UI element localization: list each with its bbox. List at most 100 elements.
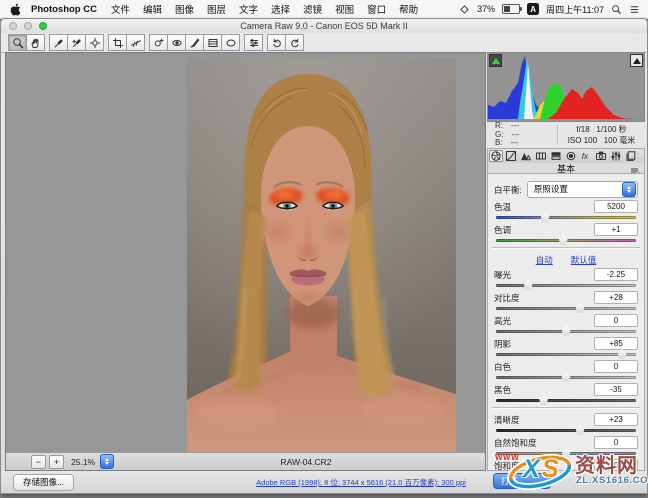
slider-knob[interactable] xyxy=(539,395,548,405)
white-balance-select[interactable]: 原照设置 xyxy=(527,181,638,198)
white-balance-value: 原照设置 xyxy=(534,184,568,194)
slider-label: 高光 xyxy=(494,315,511,327)
slider-track[interactable] xyxy=(496,307,636,310)
menubar-item[interactable]: 文字 xyxy=(239,2,258,16)
slider-track[interactable] xyxy=(496,216,636,219)
crop-tool[interactable] xyxy=(108,34,127,51)
slider-knob[interactable] xyxy=(562,326,571,336)
slider-knob[interactable] xyxy=(541,212,550,222)
slider-8: 清晰度+23 xyxy=(494,413,638,432)
rotate-left-tool[interactable] xyxy=(267,34,286,51)
tab-basic[interactable] xyxy=(489,150,503,162)
slider-label-row: 对比度 +28 xyxy=(494,291,638,304)
slider-track[interactable] xyxy=(496,353,636,356)
zoom-out-button[interactable]: − xyxy=(31,455,46,469)
menubar-item[interactable]: 窗口 xyxy=(367,2,386,16)
menubar-item[interactable]: 滤镜 xyxy=(303,2,322,16)
shadow-clipping-indicator[interactable] xyxy=(489,54,502,67)
straighten-tool[interactable] xyxy=(126,34,145,51)
status-diamond-icon[interactable] xyxy=(459,4,470,15)
slider-track[interactable] xyxy=(496,239,636,242)
slider-knob[interactable] xyxy=(562,372,571,382)
tab-effects[interactable]: fx xyxy=(579,150,593,162)
rgb-label: B: xyxy=(495,139,503,148)
menubar-item[interactable]: 视图 xyxy=(335,2,354,16)
photo-preview[interactable] xyxy=(187,58,456,452)
slider-value-field[interactable]: +28 xyxy=(594,291,638,304)
slider-label: 对比度 xyxy=(494,292,520,304)
watermark: WWW X S 资料网 ZL.XS1616.COM xyxy=(495,449,647,494)
tab-split-toning[interactable] xyxy=(549,150,563,162)
camera-raw-toolbar xyxy=(1,33,647,53)
slider-value-field[interactable]: 0 xyxy=(594,436,638,449)
title-bar[interactable]: Camera Raw 9.0 - Canon EOS 5D Mark II xyxy=(1,19,647,33)
zoom-in-button[interactable]: + xyxy=(49,455,64,469)
spot-removal-tool[interactable] xyxy=(149,34,168,51)
histogram[interactable] xyxy=(487,52,645,122)
tab-tone-curve[interactable] xyxy=(504,150,518,162)
radial-filter-tool[interactable] xyxy=(221,34,240,51)
slider-value-field[interactable]: 0 xyxy=(594,314,638,327)
menubar-item[interactable]: 图像 xyxy=(175,2,194,16)
slider-value-field[interactable]: +23 xyxy=(594,413,638,426)
tab-hsl-grayscale[interactable] xyxy=(534,150,548,162)
hand-tool[interactable] xyxy=(26,34,45,51)
white-balance-tool[interactable] xyxy=(49,34,68,51)
slider-value-field[interactable]: -35 xyxy=(594,383,638,396)
slider-value-field[interactable]: +1 xyxy=(594,223,638,236)
save-image-button[interactable]: 存储图像... xyxy=(13,474,74,491)
red-eye-tool[interactable] xyxy=(167,34,186,51)
graduated-filter-tool[interactable] xyxy=(203,34,222,51)
tab-lens-corrections[interactable] xyxy=(564,150,578,162)
color-sampler-tool[interactable] xyxy=(67,34,86,51)
iso-value: ISO 100 xyxy=(568,136,597,145)
slider-track[interactable] xyxy=(496,399,636,402)
slider-4: 高光 0 xyxy=(494,314,638,333)
slider-value-field[interactable]: 5200 xyxy=(594,200,638,213)
slider-value-field[interactable]: -2.25 xyxy=(594,268,638,281)
rotate-right-tool[interactable] xyxy=(285,34,304,51)
slider-label: 色温 xyxy=(494,201,511,213)
slider-knob[interactable] xyxy=(576,425,585,435)
slider-value-field[interactable]: 0 xyxy=(594,360,638,373)
tab-presets[interactable] xyxy=(609,150,623,162)
slider-track[interactable] xyxy=(496,376,636,379)
default-link[interactable]: 默认值 xyxy=(571,254,597,266)
zoom-tool[interactable] xyxy=(8,34,27,51)
highlight-clipping-indicator[interactable] xyxy=(630,54,643,67)
tab-detail[interactable] xyxy=(519,150,533,162)
slider-knob[interactable] xyxy=(576,303,585,313)
window-title: Camera Raw 9.0 - Canon EOS 5D Mark II xyxy=(1,21,647,31)
exif-info: R:---G:---B:--- f/18 1/100 秒 ISO 100 100… xyxy=(487,122,645,148)
input-method-icon[interactable]: A xyxy=(527,3,539,15)
menubar-item[interactable]: 文件 xyxy=(111,2,130,16)
tab-snapshots[interactable] xyxy=(624,150,638,162)
slider-value-field[interactable]: +85 xyxy=(594,337,638,350)
rgb-row: R:--- xyxy=(495,122,557,131)
battery-icon[interactable] xyxy=(502,4,520,14)
spotlight-search-icon[interactable] xyxy=(611,4,622,15)
slider-knob[interactable] xyxy=(559,235,568,245)
menubar-item[interactable]: 帮助 xyxy=(399,2,418,16)
slider-track[interactable] xyxy=(496,330,636,333)
auto-link[interactable]: 自动 xyxy=(536,254,553,266)
app-name[interactable]: Photoshop CC xyxy=(31,4,97,15)
slider-track[interactable] xyxy=(496,429,636,432)
slider-track[interactable] xyxy=(496,284,636,287)
menubar-item[interactable]: 选择 xyxy=(271,2,290,16)
apple-menu-icon[interactable] xyxy=(10,3,21,16)
preview-area[interactable]: − + 25.1% RAW-04.CR2 xyxy=(5,52,486,471)
zoom-level-stepper[interactable] xyxy=(100,454,114,469)
menubar-item[interactable]: 图层 xyxy=(207,2,226,16)
preferences-tool[interactable] xyxy=(244,34,263,51)
slider-knob[interactable] xyxy=(618,349,627,359)
menubar-item[interactable]: 编辑 xyxy=(143,2,162,16)
slider-knob[interactable] xyxy=(524,280,533,290)
adjustment-brush-tool[interactable] xyxy=(185,34,204,51)
tab-camera-calibration[interactable] xyxy=(594,150,608,162)
workflow-options-link[interactable]: Adobe RGB (1998); 8 位; 3744 x 5616 (21.0… xyxy=(226,477,496,488)
targeted-adjustment-tool[interactable] xyxy=(85,34,104,51)
notification-center-icon[interactable] xyxy=(629,4,640,15)
menu-clock[interactable]: 周四上午11:07 xyxy=(546,3,604,16)
watermark-x-letter: X xyxy=(523,455,540,484)
